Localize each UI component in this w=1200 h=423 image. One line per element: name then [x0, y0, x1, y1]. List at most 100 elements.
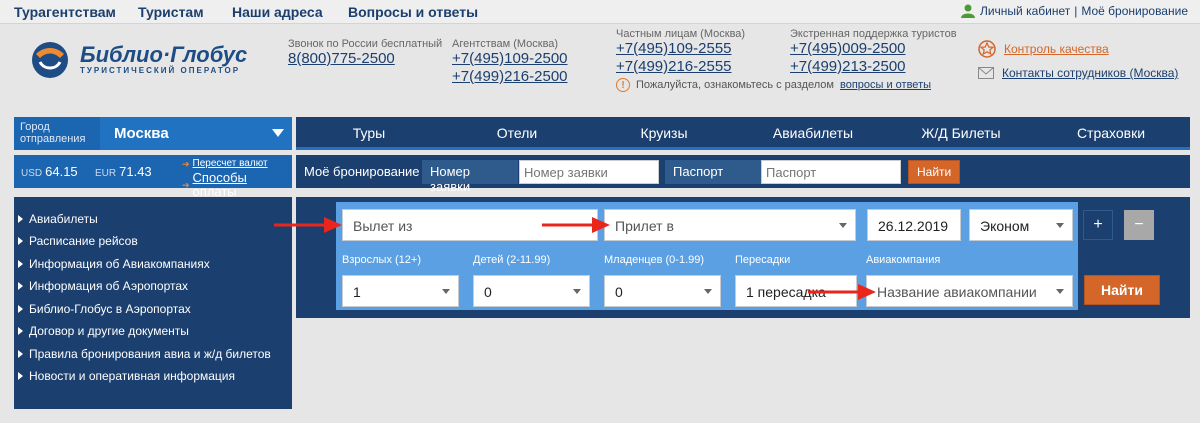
topnav-tourists[interactable]: Туристам — [138, 4, 204, 20]
cabinet-links: Личный кабинет | Моё бронирование — [960, 4, 1188, 18]
arrow-right-icon — [808, 284, 876, 300]
my-booking-title: Моё бронирование — [304, 164, 420, 179]
user-icon — [960, 4, 975, 18]
date-field[interactable]: 26.12.2019 — [867, 209, 961, 241]
flight-search-form: Вылет из Прилет в 26.12.2019 Эконом Взро… — [336, 202, 1078, 310]
rates-links: ➔ Пересчет валют ➔ Способы оплаты — [182, 157, 292, 199]
passport-input[interactable] — [761, 160, 901, 184]
airline-placeholder: Название авиакомпании — [877, 284, 1037, 300]
class-select[interactable]: Эконом — [969, 209, 1073, 241]
topnav-agencies[interactable]: Турагентствам — [14, 4, 116, 20]
phone-link[interactable]: +7(495)109-2555 — [616, 40, 745, 58]
topnav-faq[interactable]: Вопросы и ответы — [348, 4, 478, 20]
children-value: 0 — [484, 284, 492, 300]
phone-link[interactable]: +7(495)009-2500 — [790, 40, 957, 58]
phone-link[interactable]: +7(495)109-2500 — [452, 50, 568, 68]
chevron-down-icon — [1056, 223, 1064, 228]
departure-city-select[interactable]: Город отправления Москва — [14, 117, 292, 150]
exclamation-icon: ! — [616, 78, 630, 92]
departure-city-value[interactable]: Москва — [100, 117, 292, 150]
notice-text: Пожалуйста, ознакомьтесь с разделом — [636, 79, 834, 91]
triangle-right-icon — [18, 350, 23, 358]
arrival-to-placeholder: Прилет в — [615, 218, 674, 234]
passport-label: Паспорт — [665, 160, 761, 184]
children-select[interactable]: 0 — [473, 275, 590, 307]
add-segment-button[interactable]: + — [1083, 210, 1113, 240]
sidebar-item-flights[interactable]: Авиабилеты — [18, 212, 98, 226]
nav-tours[interactable]: Туры — [353, 125, 385, 141]
payment-methods-link[interactable]: ➔ Способы оплаты — [182, 171, 292, 199]
sidebar-item-airlines[interactable]: Информация об Авиакомпаниях — [18, 257, 210, 271]
nav-insurance[interactable]: Страховки — [1077, 125, 1145, 141]
contact-free: Звонок по России бесплатный 8(800)775-25… — [288, 38, 442, 68]
quality-control-label: Контроль качества — [1004, 42, 1109, 56]
triangle-right-icon — [18, 305, 23, 313]
star-badge-icon — [978, 40, 996, 58]
phone-link[interactable]: +7(499)216-2555 — [616, 58, 745, 76]
top-navigation: Турагентствам Туристам Наши адреса Вопро… — [0, 0, 1200, 24]
triangle-right-icon — [18, 282, 23, 290]
airline-select[interactable]: Название авиакомпании — [866, 275, 1073, 307]
triangle-down-icon — [272, 129, 284, 137]
arrow-right-icon: ➔ — [182, 180, 190, 190]
arrival-to-field[interactable]: Прилет в — [604, 209, 856, 241]
phone-link[interactable]: 8(800)775-2500 — [288, 50, 442, 68]
arrow-right-icon — [274, 217, 342, 233]
arrow-right-icon: ➔ — [182, 159, 190, 169]
triangle-right-icon — [18, 237, 23, 245]
phone-link[interactable]: +7(499)213-2500 — [790, 58, 957, 76]
sidebar-item-schedule[interactable]: Расписание рейсов — [18, 234, 138, 248]
cabinet-link[interactable]: Личный кабинет — [980, 4, 1070, 18]
contact-label: Агентствам (Москва) — [452, 38, 559, 50]
search-flights-button[interactable]: Найти — [1084, 275, 1160, 305]
order-number-input[interactable] — [519, 160, 659, 184]
logo-icon[interactable] — [30, 40, 70, 80]
airline-label: Авиакомпания — [866, 254, 941, 266]
my-booking-link[interactable]: Моё бронирование — [1081, 4, 1188, 18]
contact-label: Частным лицам (Москва) — [616, 28, 746, 40]
find-booking-button[interactable]: Найти — [908, 160, 961, 184]
chevron-down-icon — [1056, 289, 1064, 294]
contact-agencies: Агентствам (Москва) +7(495)109-2500 +7(4… — [452, 38, 568, 86]
departure-from-placeholder: Вылет из — [353, 218, 413, 234]
faq-link[interactable]: вопросы и ответы — [840, 79, 931, 91]
staff-contacts-link[interactable]: Контакты сотрудников (Москва) — [978, 66, 1178, 80]
staff-contacts-label: Контакты сотрудников (Москва) — [1002, 66, 1179, 80]
faq-notice: ! Пожалуйста, ознакомьтесь с разделом во… — [616, 78, 931, 92]
date-value: 26.12.2019 — [878, 218, 949, 234]
sidebar-item-documents[interactable]: Договор и другие документы — [18, 324, 189, 338]
infants-select[interactable]: 0 — [604, 275, 721, 307]
chevron-down-icon — [573, 289, 581, 294]
contact-label: Звонок по России бесплатный — [288, 38, 443, 50]
logo-name[interactable]: Библио·Глобус — [80, 42, 247, 68]
my-booking-bar: Моё бронирование Номер заявки Паспорт На… — [296, 155, 1190, 194]
nav-trains[interactable]: Ж/Д Билеты — [921, 125, 1000, 141]
infants-value: 0 — [615, 284, 623, 300]
class-value: Эконом — [980, 218, 1030, 234]
nav-hotels[interactable]: Отели — [497, 125, 537, 141]
phone-link[interactable]: +7(499)216-2500 — [452, 68, 568, 86]
sidebar-item-news[interactable]: Новости и оперативная информация — [18, 369, 235, 383]
departure-city-label: Город отправления — [20, 121, 86, 145]
triangle-right-icon — [18, 260, 23, 268]
sidebar-item-biblio-airports[interactable]: Библио-Глобус в Аэропортах — [18, 302, 191, 316]
nav-cruises[interactable]: Круизы — [640, 125, 687, 141]
remove-segment-button[interactable]: − — [1124, 210, 1154, 240]
sidebar-item-airports[interactable]: Информация об Аэропортах — [18, 279, 188, 293]
sidebar-item-booking-rules[interactable]: Правила бронирования авиа и ж/д билетов — [18, 347, 271, 361]
currency-rates: USD 64.15 EUR 71.43 ➔ Пересчет валют ➔ Спосо… — [14, 155, 292, 199]
adults-value: 1 — [353, 284, 361, 300]
quality-control-link[interactable]: Контроль качества — [978, 40, 1109, 58]
adults-select[interactable]: 1 — [342, 275, 459, 307]
contact-emergency: Экстренная поддержка туристов +7(495)009… — [790, 28, 957, 76]
topnav-addresses[interactable]: Наши адреса — [232, 4, 323, 20]
envelope-icon — [978, 67, 994, 79]
recalc-link[interactable]: ➔ Пересчет валют — [182, 157, 292, 171]
nav-flights[interactable]: Авиабилеты — [773, 125, 853, 141]
usd-rate: USD 64.15 — [21, 164, 78, 179]
triangle-right-icon — [18, 215, 23, 223]
separator: | — [1074, 4, 1078, 18]
adults-label: Взрослых (12+) — [342, 254, 421, 266]
eur-rate: EUR 71.43 — [95, 164, 152, 179]
contact-label: Экстренная поддержка туристов — [790, 28, 957, 40]
